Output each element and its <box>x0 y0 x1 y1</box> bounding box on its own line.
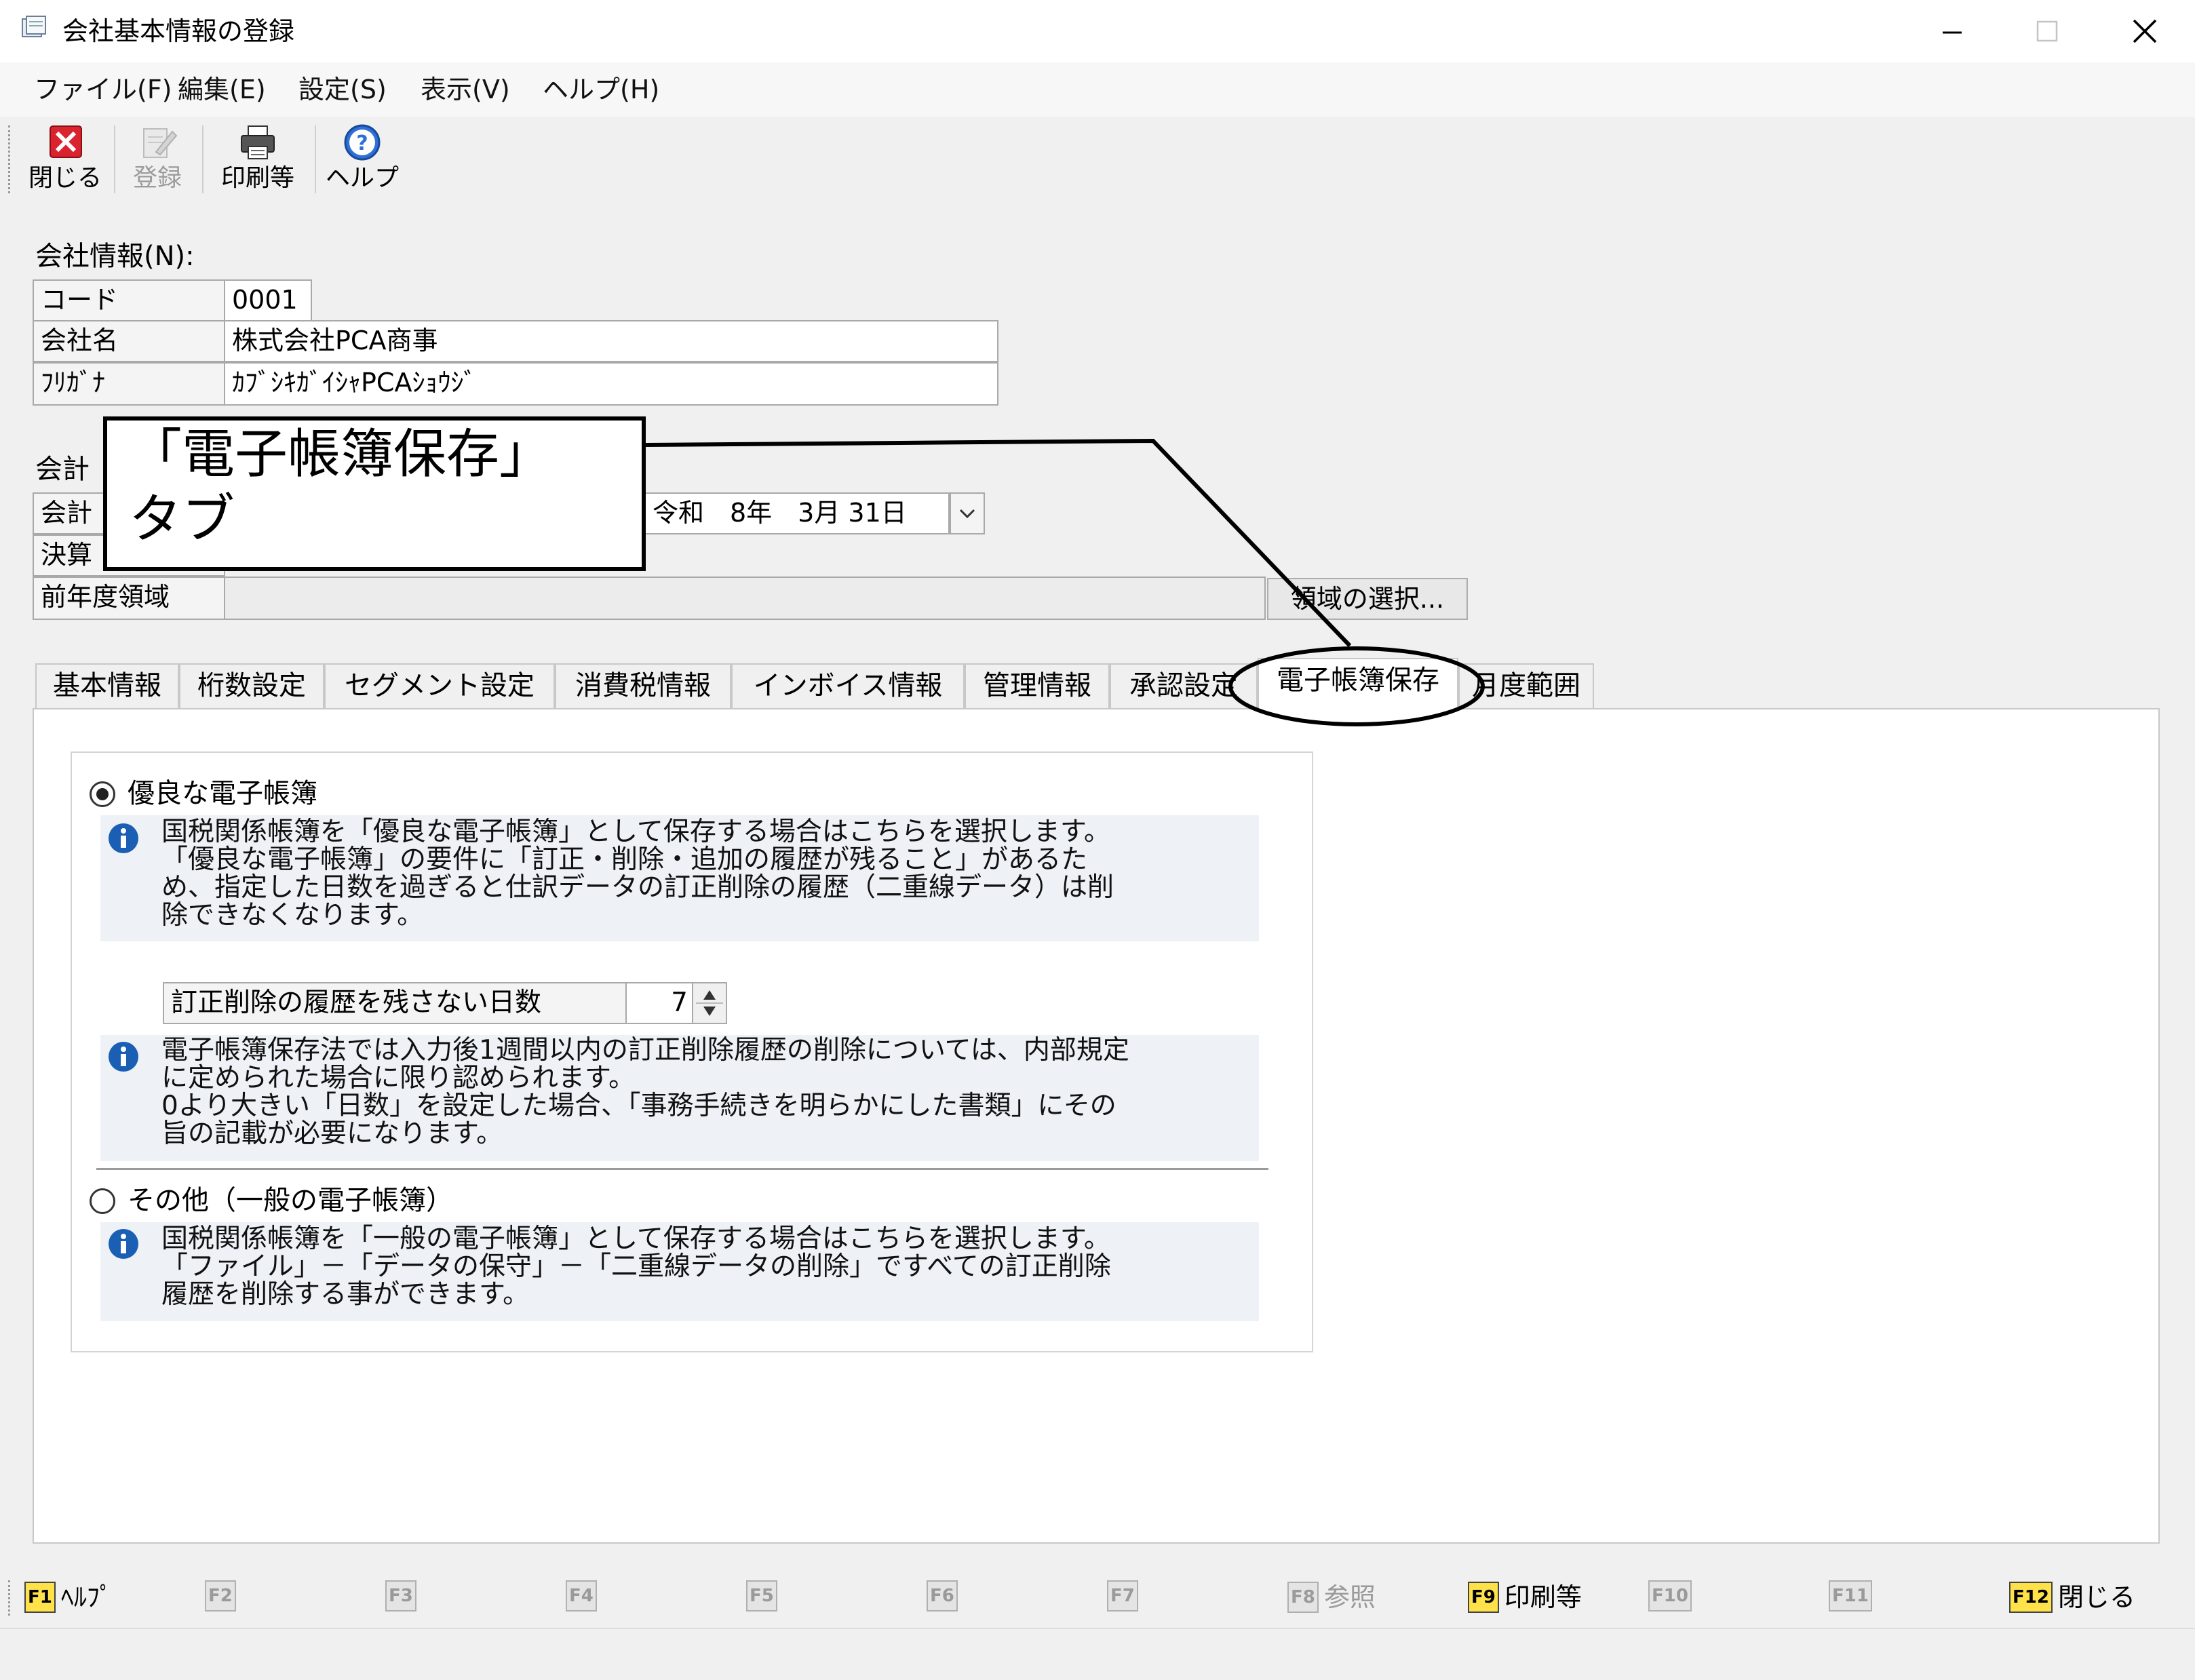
spinner-arrows-icon <box>696 990 723 1016</box>
days-input[interactable]: 7 <box>625 982 693 1024</box>
chevron-down-icon <box>959 509 975 519</box>
toolbar-register-label: 登録 <box>132 164 182 192</box>
toolbar-print-label: 印刷等 <box>220 164 294 192</box>
toolbar-close-label: 閉じる <box>28 164 102 192</box>
f1-keycap: F1 <box>24 1582 56 1613</box>
menu-edit[interactable]: 編集(E) <box>178 72 266 107</box>
close-icon <box>2133 19 2157 43</box>
register-pen-icon <box>143 128 178 158</box>
toolbar-separator <box>315 125 316 193</box>
close-red-icon <box>50 125 82 158</box>
tab-invoice[interactable]: インボイス情報 <box>731 663 965 708</box>
menu-help[interactable]: ヘルプ(H) <box>543 72 659 107</box>
code-label: コード <box>33 279 225 321</box>
f8-reference-key[interactable]: F8 参照 <box>1287 1580 1376 1614</box>
tab-approval[interactable]: 承認設定 <box>1110 663 1258 708</box>
maximize-button[interactable] <box>2000 0 2095 62</box>
f10-key[interactable]: F10 <box>1648 1580 1692 1611</box>
f6-keycap: F6 <box>927 1580 958 1611</box>
tab-monthly-range[interactable]: 月度範囲 <box>1458 663 1594 708</box>
toolbar-register-button[interactable]: 登録 <box>122 122 193 200</box>
title-bar <box>0 0 2195 62</box>
fkey-grip <box>8 1580 14 1616</box>
printer-icon <box>241 125 275 159</box>
f11-key[interactable]: F11 <box>1829 1580 1872 1611</box>
code-field[interactable]: 0001 <box>224 279 312 321</box>
help-question-icon: ? <box>344 124 381 161</box>
f12-close-key[interactable]: F12 閉じる <box>2009 1580 2135 1614</box>
f2-key[interactable]: F2 <box>205 1580 236 1611</box>
company-name-label: 会社名 <box>33 320 225 362</box>
divider <box>96 1168 1268 1170</box>
excellent-books-label: 優良な電子帳簿 <box>128 778 317 809</box>
info-icon <box>109 823 138 853</box>
minimize-icon <box>1943 31 1962 34</box>
f12-keycap: F12 <box>2009 1582 2053 1613</box>
select-region-button[interactable]: 領域の選択... <box>1267 578 1468 620</box>
f5-keycap: F5 <box>746 1580 777 1611</box>
f4-keycap: F4 <box>566 1580 597 1611</box>
f7-key[interactable]: F7 <box>1107 1580 1138 1611</box>
f1-help-key[interactable]: F1 ﾍﾙﾌﾟ <box>24 1580 113 1614</box>
f8-label: 参照 <box>1323 1582 1376 1612</box>
f6-key[interactable]: F6 <box>927 1580 958 1611</box>
info-icon <box>109 1042 138 1072</box>
status-bar <box>0 1628 2195 1680</box>
toolbar-help-label: ヘルプ <box>325 164 399 192</box>
days-label: 訂正削除の履歴を残さない日数 <box>163 982 627 1024</box>
f12-label: 閉じる <box>2057 1582 2135 1612</box>
fiscal-period-dropdown-button[interactable] <box>950 492 985 534</box>
prev-year-label: 前年度領域 <box>33 577 225 620</box>
maximize-icon <box>2036 20 2058 42</box>
f8-keycap: F8 <box>1287 1582 1319 1613</box>
f9-print-key[interactable]: F9 印刷等 <box>1468 1580 1582 1614</box>
f2-keycap: F2 <box>205 1580 236 1611</box>
tab-digits[interactable]: 桁数設定 <box>179 663 324 708</box>
tab-segment[interactable]: セグメント設定 <box>324 663 555 708</box>
kana-field[interactable]: ｶﾌﾞｼｷｶﾞｲｼｬPCAｼｮｳｼﾞ <box>224 362 998 406</box>
minimize-button[interactable] <box>1905 0 2000 62</box>
info-icon <box>109 1229 138 1259</box>
close-button[interactable] <box>2097 0 2192 62</box>
kana-label: ﾌﾘｶﾞﾅ <box>33 362 225 406</box>
app-window-icon <box>22 16 46 37</box>
svg-text:?: ? <box>356 132 368 155</box>
company-name-field[interactable]: 株式会社PCA商事 <box>224 320 998 362</box>
f3-key[interactable]: F3 <box>385 1580 416 1611</box>
law-info-text: 電子帳簿保存法では入力後1週間以内の訂正削除履歴の削除については、内部規定 に定… <box>161 1035 1129 1149</box>
toolbar-close-button[interactable]: 閉じる <box>27 122 103 200</box>
callout-text: 「電子帳簿保存」 タブ <box>129 424 553 550</box>
f5-key[interactable]: F5 <box>746 1580 777 1611</box>
prev-year-field <box>224 577 1266 620</box>
general-books-radio[interactable] <box>90 1188 115 1214</box>
menu-file[interactable]: ファイル(F) <box>34 72 172 107</box>
window-title: 会社基本情報の登録 <box>62 16 295 46</box>
f4-key[interactable]: F4 <box>566 1580 597 1611</box>
toolbar-help-button[interactable]: ? ヘルプ <box>324 122 400 200</box>
tab-basic-info[interactable]: 基本情報 <box>35 663 179 708</box>
tab-electronic-books[interactable]: 電子帳簿保存 <box>1258 658 1458 709</box>
general-books-label: その他（一般の電子帳簿） <box>128 1185 453 1216</box>
f11-keycap: F11 <box>1829 1580 1872 1611</box>
tab-consumption-tax[interactable]: 消費税情報 <box>555 663 731 708</box>
toolbar-print-button[interactable]: 印刷等 <box>212 122 304 200</box>
fiscal-section-label: 会計 <box>35 454 90 485</box>
f10-keycap: F10 <box>1648 1580 1692 1611</box>
f9-label: 印刷等 <box>1504 1582 1582 1612</box>
days-spinner[interactable] <box>692 982 727 1024</box>
f3-keycap: F3 <box>385 1580 416 1611</box>
toolbar-separator <box>202 125 203 193</box>
f7-keycap: F7 <box>1107 1580 1138 1611</box>
f1-label: ﾍﾙﾌﾟ <box>60 1582 113 1612</box>
toolbar-grip <box>8 125 14 193</box>
excellent-books-radio[interactable] <box>90 781 115 807</box>
general-books-info-text: 国税関係帳簿を「一般の電子帳簿」として保存する場合はこちらを選択します。 「ファ… <box>161 1224 1111 1310</box>
f9-keycap: F9 <box>1468 1582 1499 1613</box>
company-section-label: 会社情報(N): <box>35 241 195 272</box>
toolbar-separator <box>114 125 115 193</box>
menu-view[interactable]: 表示(V) <box>421 72 510 107</box>
menu-settings[interactable]: 設定(S) <box>298 72 387 107</box>
excellent-books-info-text: 国税関係帳簿を「優良な電子帳簿」として保存する場合はこちらを選択します。 「優良… <box>161 817 1114 931</box>
tab-management[interactable]: 管理情報 <box>965 663 1110 708</box>
